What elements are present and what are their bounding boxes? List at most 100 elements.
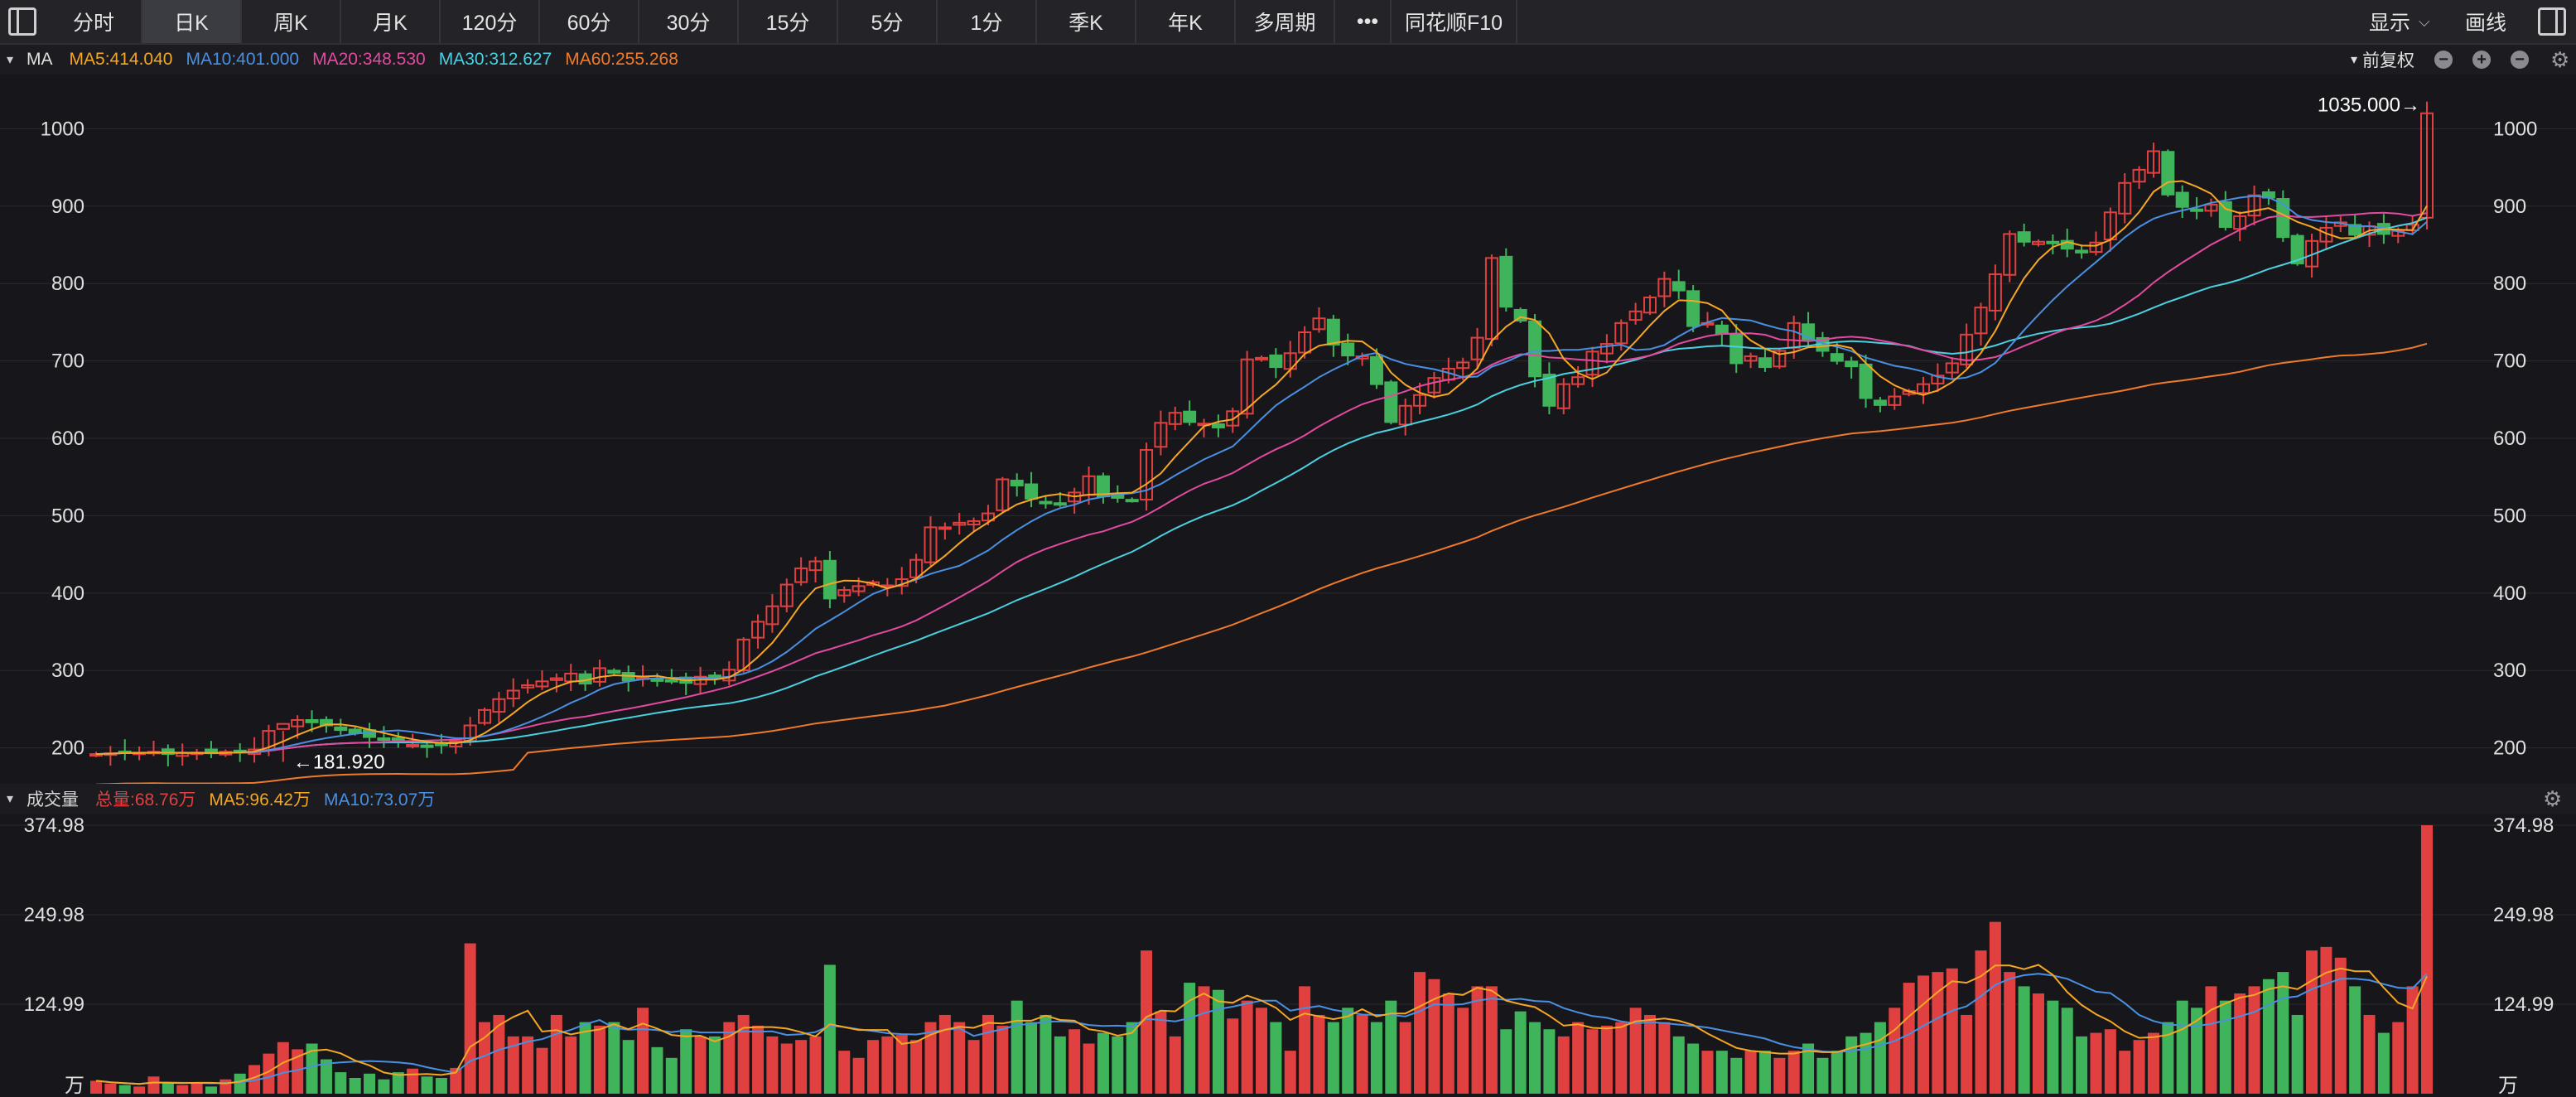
volume-bar <box>2104 1029 2116 1094</box>
tab-0[interactable]: 分时 <box>46 0 142 43</box>
ma-legend-4: MA60:255.268 <box>565 50 678 69</box>
tab-2[interactable]: 周K <box>242 0 341 43</box>
tab-12[interactable]: 多周期 <box>1236 0 1335 43</box>
candle-body <box>1729 332 1744 365</box>
gear-icon[interactable]: ⚙ <box>2543 786 2562 812</box>
candle-body <box>2190 208 2204 212</box>
candle-body <box>2218 201 2232 229</box>
price-tick-right: 600 <box>2493 428 2526 450</box>
ma-label: MA <box>27 50 53 69</box>
chevron-down-icon: ▾ <box>2351 53 2358 67</box>
gear-icon[interactable]: ⚙ <box>2550 47 2569 73</box>
volume-tick-right: 249.98 <box>2493 904 2554 926</box>
volume-bar <box>1773 1057 1786 1094</box>
tab-8[interactable]: 5分 <box>838 0 938 43</box>
tab-1[interactable]: 日K <box>142 0 242 43</box>
price-tick-left: 1000 <box>41 118 84 140</box>
volume-bar <box>622 1040 634 1094</box>
candle-body <box>1183 410 1197 423</box>
volume-bar <box>1889 1008 1901 1094</box>
volume-bar <box>1169 1036 1181 1094</box>
f10-button[interactable]: 同花顺F10 <box>1392 0 1517 43</box>
tab-5[interactable]: 60分 <box>540 0 639 43</box>
tab-10[interactable]: 季K <box>1037 0 1136 43</box>
volume-bar <box>364 1073 376 1094</box>
volume-bar <box>1758 1051 1771 1094</box>
volume-bar <box>1615 1022 1628 1094</box>
vol-legend-1: MA5:96.42万 <box>209 790 311 809</box>
candle-body <box>2017 231 2031 243</box>
volume-bar <box>536 1047 548 1094</box>
volume-bar <box>1874 1022 1886 1094</box>
volume-bar <box>2047 1000 2059 1094</box>
candle-body <box>1845 360 1859 368</box>
volume-chart[interactable]: 374.98 374.98 249.98 249.98 124.99 124.99 万 万 <box>0 814 2576 1097</box>
remove-icon[interactable]: − <box>2511 51 2530 69</box>
volume-bar <box>2234 993 2246 1094</box>
volume-bar <box>1787 1051 1800 1094</box>
volume-bar <box>133 1086 146 1094</box>
volume-tick-left: 374.98 <box>24 814 84 837</box>
tab-4[interactable]: 120分 <box>441 0 540 43</box>
display-menu[interactable]: 显示 ⌵ <box>2369 0 2430 43</box>
volume-bar <box>2277 972 2289 1094</box>
volume-bar <box>838 1051 851 1094</box>
draw-line-label: 画线 <box>2465 12 2507 35</box>
left-panel-toggle-icon[interactable] <box>8 7 36 36</box>
tab-11[interactable]: 年K <box>1136 0 1236 43</box>
volume-bar <box>593 1025 605 1094</box>
plus-icon[interactable]: + <box>2472 51 2492 69</box>
price-tick-left: 600 <box>51 428 84 450</box>
draw-line-button[interactable]: 画线 <box>2465 0 2506 43</box>
collapse-chevron-icon[interactable]: ▾ <box>7 790 13 807</box>
volume-bar <box>1399 1022 1411 1094</box>
ma60-line <box>95 342 2428 784</box>
tab-3[interactable]: 月K <box>341 0 441 43</box>
volume-bar <box>953 1022 966 1094</box>
volume-controls: ⚙ <box>2535 784 2575 814</box>
volume-bar <box>1442 993 1454 1094</box>
candle-body <box>1053 502 1067 506</box>
volume-bar <box>1327 1022 1339 1094</box>
volume-bar <box>881 1036 894 1094</box>
volume-bar <box>2033 993 2044 1094</box>
adjust-controls: ▾ 前复权 − + − ⚙ <box>2351 45 2576 75</box>
volume-bar <box>2291 1014 2303 1094</box>
volume-bar <box>2061 1008 2073 1094</box>
volume-bar <box>1069 1029 1081 1094</box>
more-periods-button[interactable]: ••• <box>1345 0 1392 43</box>
volume-bar <box>349 1077 361 1094</box>
volume-bar <box>637 1008 649 1094</box>
candle-body <box>1269 354 1283 369</box>
volume-bar <box>766 1036 779 1094</box>
candle-body <box>2161 151 2175 196</box>
volume-bar <box>1961 1014 1973 1094</box>
collapse-chevron-icon[interactable]: ▾ <box>7 51 13 68</box>
volume-bar <box>1529 1022 1541 1094</box>
volume-unit-right: 万 <box>2498 1075 2518 1097</box>
price-tick-right: 1000 <box>2493 118 2537 140</box>
candle-body <box>1686 290 1700 327</box>
volume-bar <box>1356 1014 1368 1094</box>
candlestick-chart[interactable]: 1000 1000 900 900 800 800 700 700 600 600 500 500 40… <box>0 75 2576 784</box>
right-panel-toggle-icon[interactable] <box>2538 7 2566 36</box>
volume-bar <box>1241 1000 1253 1094</box>
volume-bar <box>2262 979 2275 1094</box>
volume-bar <box>680 1029 692 1094</box>
minus-icon[interactable]: − <box>2434 51 2453 69</box>
volume-bar <box>1155 1011 1167 1094</box>
volume-bar <box>1543 1029 1556 1094</box>
volume-bar <box>1299 986 1311 1094</box>
tab-7[interactable]: 15分 <box>739 0 838 43</box>
volume-bar <box>234 1073 246 1094</box>
volume-bar <box>1816 1057 1829 1094</box>
candle-body <box>938 526 952 530</box>
adjust-mode-select[interactable]: 前复权 <box>2362 47 2414 72</box>
candle-body <box>1326 318 1340 346</box>
tab-6[interactable]: 30分 <box>639 0 739 43</box>
candle-body <box>1255 356 1268 360</box>
tab-9[interactable]: 1分 <box>938 0 1037 43</box>
price-tick-left: 700 <box>51 350 84 373</box>
high-price-annotation: 1035.000→ <box>2318 94 2420 117</box>
volume-bar <box>2119 1051 2131 1094</box>
